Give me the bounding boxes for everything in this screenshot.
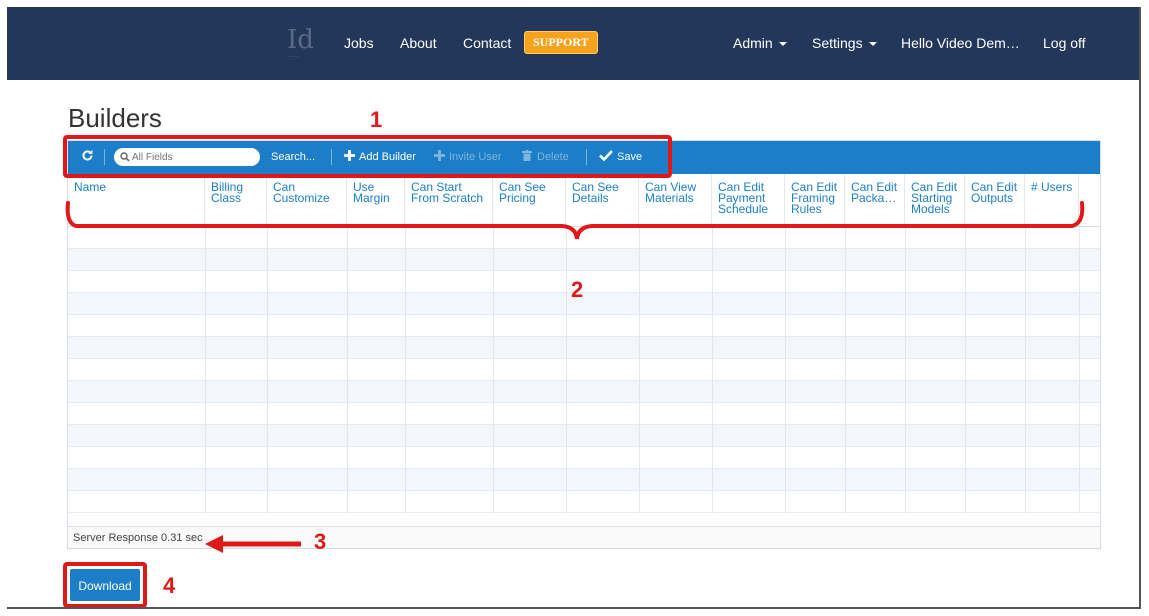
chevron-down-icon <box>868 42 877 47</box>
annotation-bracket <box>65 201 1085 240</box>
server-response-text: Server Response 0.31 sec <box>73 532 203 544</box>
table-row[interactable] <box>68 491 1100 513</box>
column-divider <box>493 227 494 513</box>
annotation-number-3: 3 <box>314 529 327 554</box>
nav-jobs-link[interactable]: Jobs <box>344 34 374 52</box>
chevron-down-icon <box>778 42 787 47</box>
nav-about-link[interactable]: About <box>400 34 437 52</box>
page-title: Builders <box>68 103 162 133</box>
column-divider <box>1079 227 1080 513</box>
column-divider <box>566 227 567 513</box>
annotation-number-2: 2 <box>571 277 584 302</box>
table-row[interactable] <box>68 381 1100 403</box>
table-row[interactable] <box>68 337 1100 359</box>
column-divider <box>905 227 906 513</box>
user-greeting-link[interactable]: Hello Video Dem… <box>901 34 1020 52</box>
top-navbar: Id ······ Jobs About Contact SUPPORT Adm… <box>7 7 1139 80</box>
column-divider <box>1025 227 1026 513</box>
annotation-number-1: 1 <box>370 107 383 132</box>
table-row[interactable] <box>68 403 1100 425</box>
grid-body <box>68 227 1100 513</box>
table-row[interactable] <box>68 359 1100 381</box>
column-divider <box>965 227 966 513</box>
table-row[interactable] <box>68 425 1100 447</box>
table-row[interactable] <box>68 469 1100 491</box>
column-divider <box>712 227 713 513</box>
header-line: # Users <box>1031 180 1073 194</box>
table-row[interactable] <box>68 293 1100 315</box>
annotation-number-4: 4 <box>163 573 176 598</box>
annotation-box-toolbar <box>63 135 672 178</box>
admin-dropdown[interactable]: Admin <box>733 34 787 52</box>
company-logo[interactable]: Id ······ <box>287 27 314 63</box>
column-divider <box>845 227 846 513</box>
logoff-link[interactable]: Log off <box>1043 34 1086 52</box>
column-divider <box>267 227 268 513</box>
column-divider <box>347 227 348 513</box>
support-button[interactable]: SUPPORT <box>524 31 598 54</box>
header-line: Name <box>74 180 107 194</box>
column-divider <box>639 227 640 513</box>
table-row[interactable] <box>68 249 1100 271</box>
annotation-arrow-icon <box>205 535 301 553</box>
browser-frame: Id ······ Jobs About Contact SUPPORT Adm… <box>7 7 1141 609</box>
annotation-box-download <box>63 562 147 607</box>
logo-text: Id <box>287 25 314 55</box>
column-divider <box>405 227 406 513</box>
settings-label: Settings <box>812 35 863 51</box>
column-divider <box>785 227 786 513</box>
column-divider <box>205 227 206 513</box>
table-row[interactable] <box>68 447 1100 469</box>
table-row[interactable] <box>68 315 1100 337</box>
nav-contact-link[interactable]: Contact <box>463 34 511 52</box>
settings-dropdown[interactable]: Settings <box>812 34 877 52</box>
table-row[interactable] <box>68 271 1100 293</box>
admin-label: Admin <box>733 35 773 51</box>
